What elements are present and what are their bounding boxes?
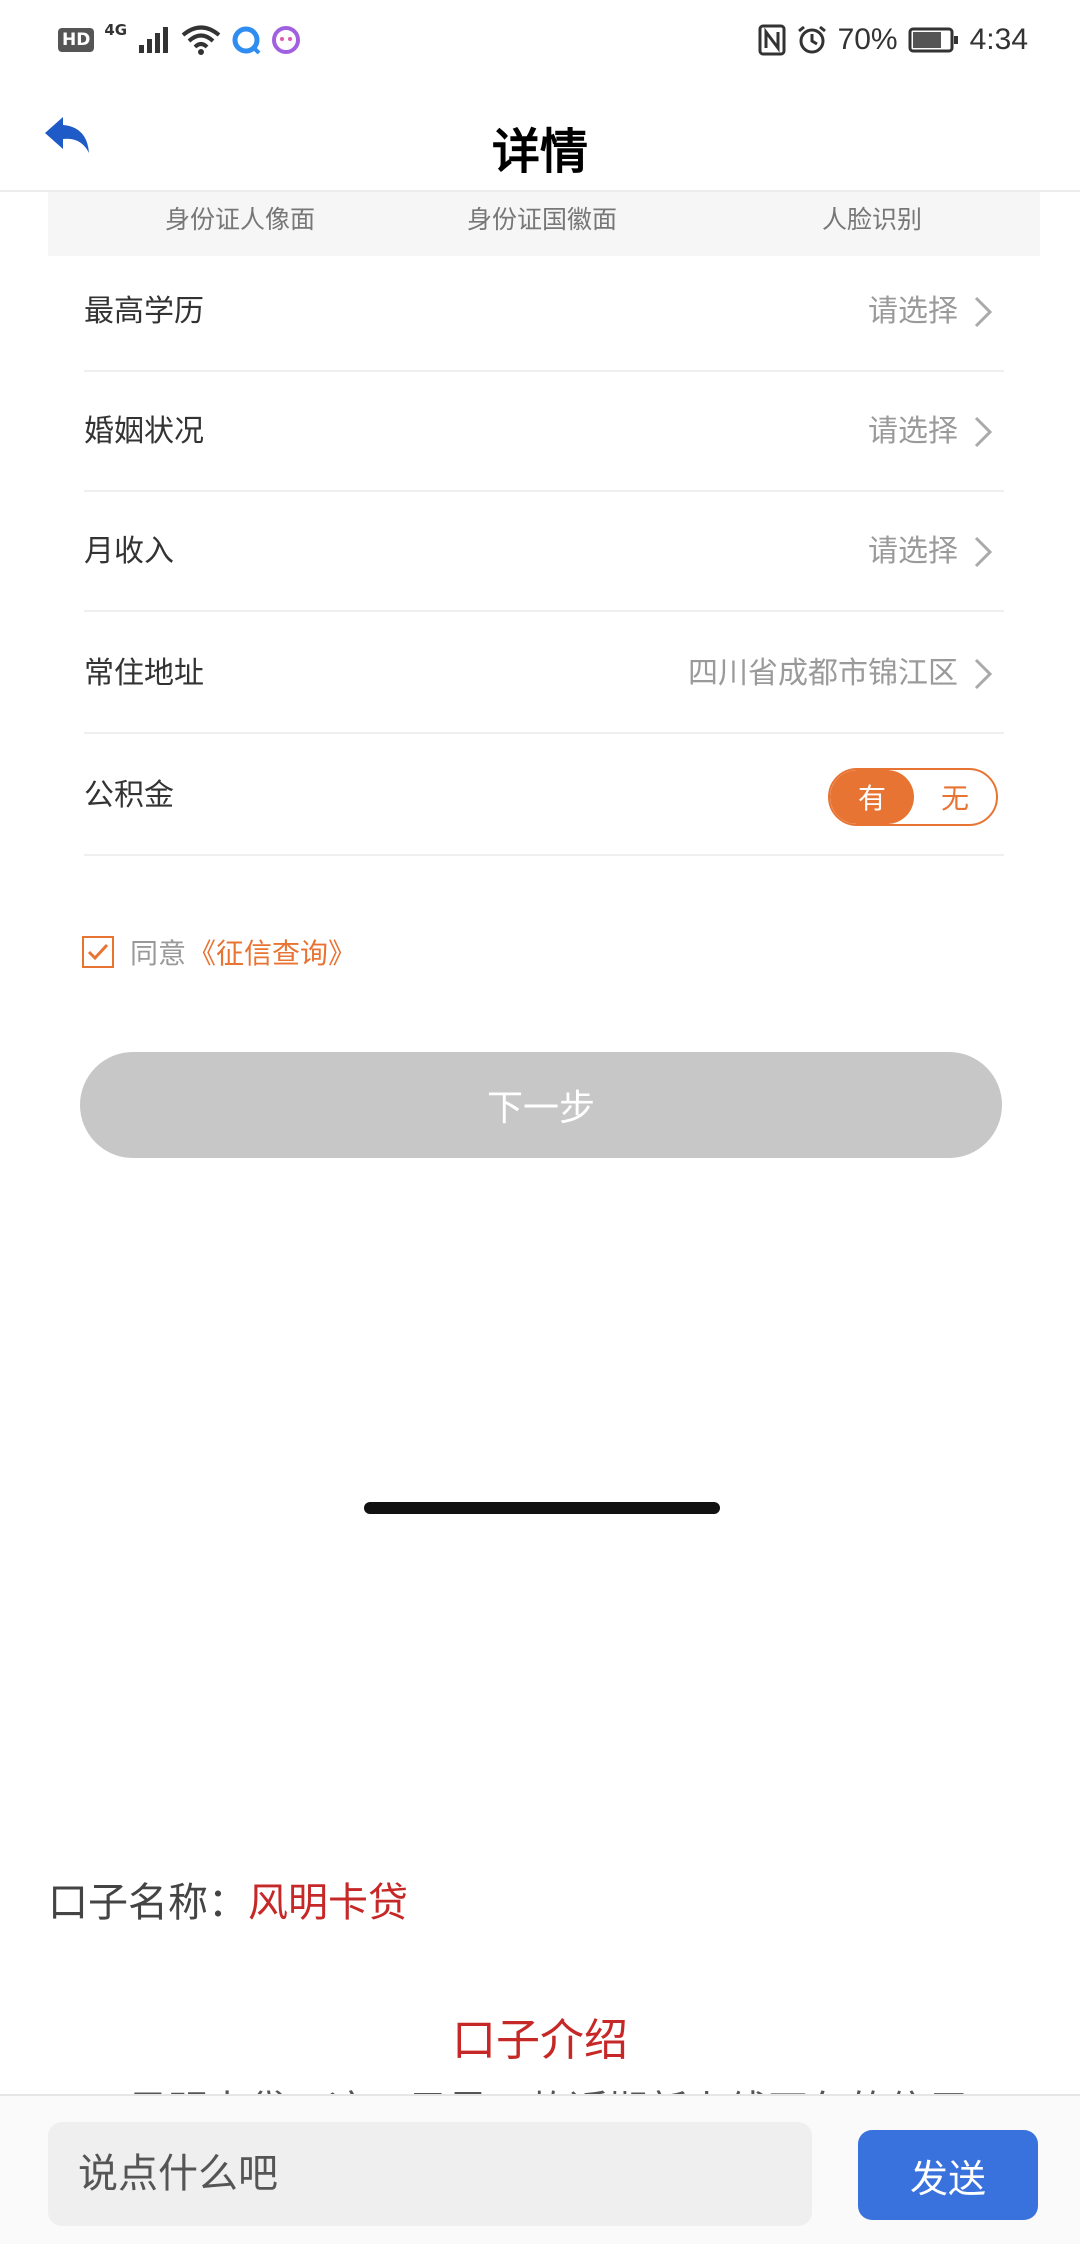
fund-no-option[interactable]: 无: [914, 770, 996, 824]
kouzi-name-value: 风明卡贷: [248, 1880, 408, 1926]
agreement-checkbox[interactable]: [82, 936, 114, 968]
income-value: 请选择: [868, 534, 958, 569]
chevron-right-icon: [974, 296, 993, 328]
comment-bar: 发送: [0, 2094, 1080, 2244]
income-row[interactable]: 月收入 请选择: [84, 492, 1004, 612]
credit-inquiry-link[interactable]: 《征信查询》: [188, 932, 356, 972]
chevron-right-icon: [974, 416, 993, 448]
checkmark-icon: [87, 943, 109, 961]
clock: 4:34: [969, 23, 1028, 56]
education-label: 最高学历: [84, 294, 204, 329]
top-nav-bar: 详情: [0, 82, 1080, 192]
nfc-icon: [758, 24, 786, 56]
status-right: 70% 4:34: [758, 18, 1028, 62]
marital-row[interactable]: 婚姻状况 请选择: [84, 372, 1004, 492]
face-recognition-tab[interactable]: 人脸识别: [822, 200, 922, 236]
fund-yes-option[interactable]: 有: [830, 770, 914, 824]
id-verification-strip: 身份证人像面 身份证国徽面 人脸识别: [48, 192, 1040, 256]
battery-icon: [908, 27, 958, 53]
agreement-row: 同意 《征信查询》: [82, 934, 356, 970]
chevron-right-icon: [974, 658, 993, 690]
education-row[interactable]: 最高学历 请选择: [84, 252, 1004, 372]
page-title: 详情: [491, 124, 588, 180]
id-back-tab[interactable]: 身份证国徽面: [467, 200, 617, 236]
status-bar: HD 4G 70% 4:34: [0, 0, 1080, 82]
kouzi-name-line: 口子名称：风明卡贷: [48, 1870, 408, 1928]
hd-badge: HD: [58, 28, 95, 52]
housing-fund-label: 公积金: [84, 778, 174, 813]
browser-app-icon: [232, 26, 261, 55]
wifi-icon: [181, 25, 221, 55]
income-label: 月收入: [84, 534, 174, 569]
chevron-right-icon: [974, 536, 993, 568]
send-button[interactable]: 发送: [858, 2130, 1038, 2220]
education-value: 请选择: [868, 294, 958, 329]
marital-value: 请选择: [868, 414, 958, 449]
chat-app-icon: [272, 26, 301, 54]
comment-input[interactable]: [48, 2122, 812, 2226]
signal-icon: [139, 27, 169, 53]
housing-fund-row: 公积金 有 无: [84, 736, 1004, 856]
battery-percent: 70%: [837, 23, 898, 56]
address-row[interactable]: 常住地址 四川省成都市锦江区: [84, 614, 1004, 734]
housing-fund-toggle[interactable]: 有 无: [828, 768, 998, 826]
address-value: 四川省成都市锦江区: [688, 656, 958, 691]
status-left: HD 4G: [58, 20, 301, 60]
kouzi-intro-title: 口子介绍: [452, 2015, 628, 2066]
id-front-tab[interactable]: 身份证人像面: [165, 200, 315, 236]
alarm-icon: [797, 25, 826, 54]
next-step-button[interactable]: 下一步: [80, 1052, 1002, 1158]
marital-label: 婚姻状况: [84, 414, 204, 449]
kouzi-name-label: 口子名称：: [48, 1880, 248, 1926]
network-label: 4G: [104, 21, 128, 39]
address-label: 常住地址: [84, 656, 204, 691]
agreement-text: 同意: [130, 937, 187, 970]
home-indicator: [364, 1502, 720, 1514]
